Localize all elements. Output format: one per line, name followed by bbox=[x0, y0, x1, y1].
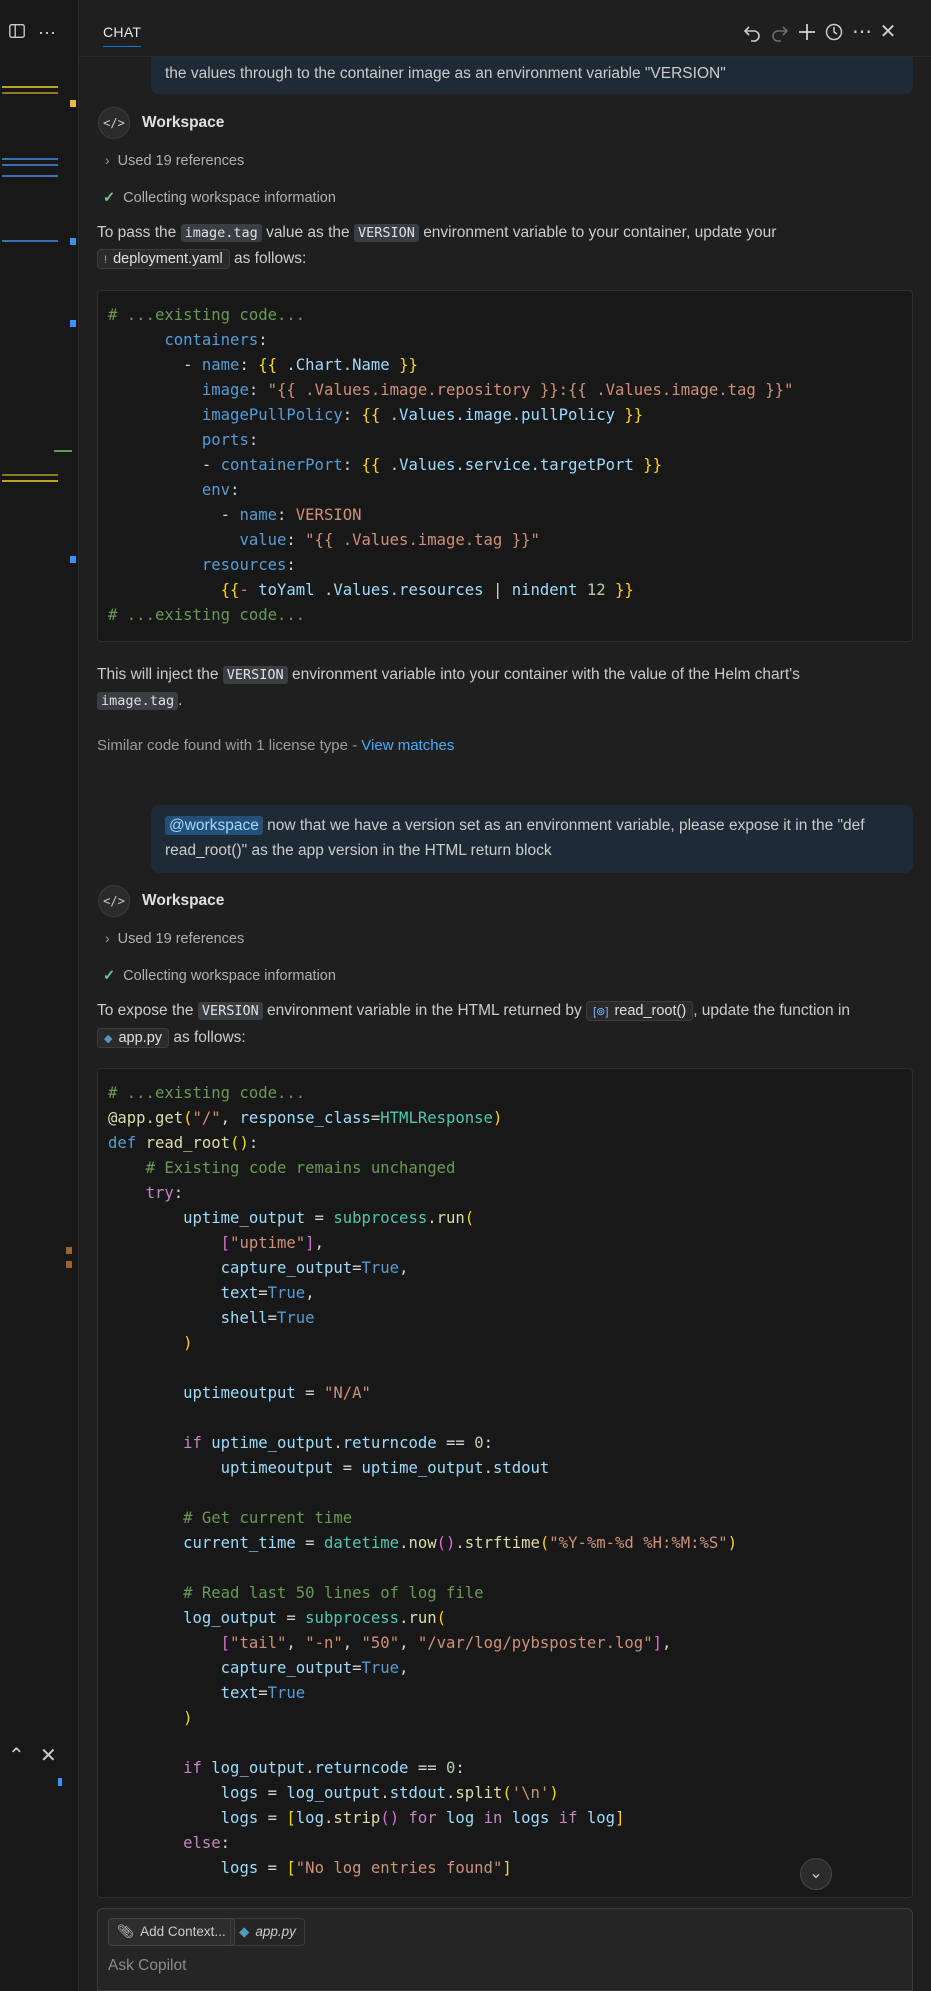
inline-code: image.tag bbox=[180, 224, 262, 242]
text: as follows: bbox=[233, 250, 307, 267]
history-icon[interactable] bbox=[822, 20, 846, 44]
ask-copilot-placeholder[interactable]: Ask Copilot bbox=[108, 1957, 186, 1975]
context-file-name: app.py bbox=[255, 1924, 296, 1939]
agent-name: Workspace bbox=[142, 892, 225, 909]
new-chat-icon[interactable] bbox=[795, 20, 819, 44]
chevron-down-icon: ⌄ bbox=[809, 1865, 823, 1882]
code-block-python[interactable]: # ...existing code... @app.get("/", resp… bbox=[97, 1068, 913, 1898]
minimap[interactable] bbox=[0, 60, 76, 1786]
user-message-text: the values through to the container imag… bbox=[165, 65, 726, 82]
status-text: Collecting workspace information bbox=[123, 968, 336, 984]
similar-text: Similar code found with 1 license type - bbox=[97, 737, 362, 754]
editor-minimap-strip: ⋯ ⌃ ✕ bbox=[0, 0, 79, 1991]
python-file-icon: ◆ bbox=[239, 1924, 250, 1939]
response-2-intro: To expose the VERSION environment variab… bbox=[97, 998, 927, 1052]
close-find-icon[interactable]: ✕ bbox=[40, 1743, 57, 1768]
chat-input[interactable]: 📎︎ Add Context... ◆ app.py Ask Copilot bbox=[97, 1908, 913, 1991]
chevron-up-icon[interactable]: ⌃ bbox=[8, 1743, 25, 1768]
inline-code: VERSION bbox=[353, 224, 419, 242]
file-reference[interactable]: ! deployment.yaml bbox=[97, 249, 230, 269]
chat-thread: the values through to the container imag… bbox=[79, 0, 931, 1991]
undo-icon[interactable] bbox=[740, 20, 764, 44]
find-bar: ⌃ ✕ bbox=[0, 1740, 78, 1770]
references-toggle[interactable]: › Used 19 references bbox=[105, 930, 244, 947]
chevron-right-icon: › bbox=[105, 152, 110, 168]
response-1-summary: This will inject the VERSION environment… bbox=[97, 662, 927, 714]
code-icon: </> bbox=[98, 885, 130, 917]
workspace-mention: @workspace bbox=[165, 816, 263, 835]
references-label: Used 19 references bbox=[117, 153, 245, 169]
yaml-file-icon: ! bbox=[104, 254, 108, 266]
close-icon[interactable]: ✕ bbox=[876, 20, 900, 44]
references-label: Used 19 references bbox=[117, 931, 245, 947]
response-2-header: </> Workspace bbox=[98, 884, 224, 918]
redo-icon[interactable] bbox=[768, 20, 792, 44]
status-line: ✓ Collecting workspace information bbox=[103, 968, 336, 984]
chat-header: CHAT ⋯ ✕ bbox=[79, 0, 931, 57]
file-name: app.py bbox=[118, 1030, 163, 1046]
view-matches-link[interactable]: View matches bbox=[361, 737, 454, 754]
code-icon: </> bbox=[98, 107, 130, 139]
python-file-icon: ◆ bbox=[104, 1033, 113, 1045]
paperclip-icon: 📎︎ bbox=[117, 1924, 135, 1939]
add-context-button[interactable]: 📎︎ Add Context... bbox=[108, 1918, 235, 1946]
text: To expose the bbox=[97, 1002, 194, 1019]
check-icon: ✓ bbox=[103, 968, 116, 984]
symbol-reference[interactable]: [⊚] read_root() bbox=[586, 1001, 694, 1021]
inline-code: image.tag bbox=[97, 692, 179, 710]
user-message-2: @workspace now that we have a version se… bbox=[151, 805, 913, 873]
text: To pass the bbox=[97, 224, 177, 241]
check-icon: ✓ bbox=[103, 190, 116, 206]
references-toggle[interactable]: › Used 19 references bbox=[105, 152, 244, 169]
text: as follows: bbox=[173, 1029, 246, 1046]
inline-code: VERSION bbox=[197, 1002, 263, 1020]
file-name: deployment.yaml bbox=[113, 251, 223, 267]
text: . bbox=[178, 692, 183, 709]
more-icon[interactable]: ⋯ bbox=[850, 20, 874, 44]
text: environment variable in the HTML returne… bbox=[267, 1002, 582, 1019]
agent-name: Workspace bbox=[142, 114, 225, 131]
context-file-chip[interactable]: ◆ app.py bbox=[230, 1918, 305, 1946]
scroll-down-button[interactable]: ⌄ bbox=[800, 1858, 832, 1890]
file-reference[interactable]: ◆ app.py bbox=[97, 1028, 170, 1048]
response-1-intro: To pass the image.tag value as the VERSI… bbox=[97, 220, 927, 273]
user-message-text: now that we have a version set as an env… bbox=[165, 817, 865, 859]
tab-chat[interactable]: CHAT bbox=[103, 24, 142, 47]
symbol-icon: [⊚] bbox=[593, 1006, 609, 1018]
symbol-name: read_root() bbox=[614, 1003, 687, 1019]
status-line: ✓ Collecting workspace information bbox=[103, 190, 336, 206]
add-context-label: Add Context... bbox=[140, 1924, 226, 1939]
status-text: Collecting workspace information bbox=[123, 190, 336, 206]
text: This will inject the bbox=[97, 666, 219, 683]
text: , update the function in bbox=[693, 1002, 851, 1019]
response-1-header: </> Workspace bbox=[98, 106, 224, 140]
similar-code-notice: Similar code found with 1 license type -… bbox=[97, 737, 454, 754]
text: environment variable to your container, … bbox=[423, 224, 777, 241]
code-block-yaml[interactable]: # ...existing code... containers: - name… bbox=[97, 290, 913, 642]
more-actions-icon[interactable]: ⋯ bbox=[36, 22, 58, 44]
text: environment variable into your container… bbox=[292, 666, 800, 683]
text: value as the bbox=[266, 224, 350, 241]
toggle-panel-icon[interactable] bbox=[6, 22, 28, 44]
chevron-right-icon: › bbox=[105, 930, 110, 946]
inline-code: VERSION bbox=[222, 666, 288, 684]
